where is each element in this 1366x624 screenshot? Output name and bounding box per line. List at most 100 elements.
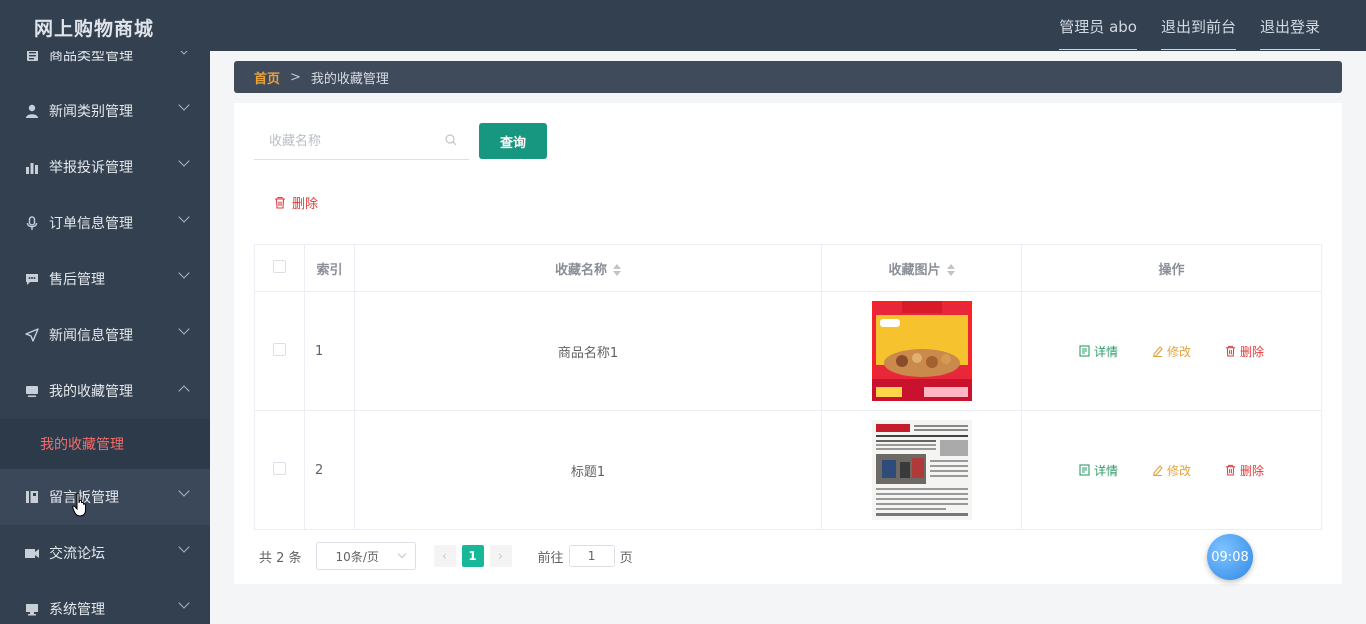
batch-delete-label: 删除 [292, 197, 319, 212]
row-index: 1 [304, 291, 355, 411]
sidebar-item-favorites[interactable]: 我的收藏管理 [0, 363, 210, 419]
sidebar-item-label: 新闻信息管理 [49, 328, 133, 344]
row-name: 标题1 [354, 410, 822, 530]
trash-icon [1225, 464, 1236, 476]
detail-label: 详情 [1093, 344, 1118, 359]
chevron-down-icon [178, 323, 190, 335]
delete-label: 删除 [1240, 344, 1265, 359]
detail-button[interactable]: 详情 [1079, 343, 1118, 360]
sidebar-item-system[interactable]: 系统管理 [0, 581, 210, 624]
bar-chart-icon [24, 159, 40, 175]
header-select-cell [254, 244, 305, 292]
sidebar-item-label: 交流论坛 [49, 546, 105, 562]
camera-icon [24, 545, 40, 561]
batch-delete-button[interactable]: 删除 [274, 193, 318, 212]
delete-button[interactable]: 删除 [1225, 343, 1264, 360]
delete-label: 删除 [1240, 463, 1265, 478]
exit-to-frontend-link[interactable]: 退出到前台 [1160, 16, 1236, 50]
chevron-down-icon [178, 211, 190, 223]
delete-button[interactable]: 删除 [1225, 462, 1264, 479]
sidebar-item-after-sales[interactable]: 售后管理 [0, 251, 210, 307]
sidebar-subitem-my-favorites[interactable]: 我的收藏管理 [0, 419, 210, 469]
header-image-cell[interactable]: 收藏图片 [821, 244, 1022, 292]
snack-gift-box-image[interactable] [871, 301, 972, 401]
main-panel: 查询 删除 索引 收藏名称 收藏图片 操作 1 商品名称1 [234, 103, 1342, 584]
sidebar-item-label: 举报投诉管理 [49, 160, 133, 176]
query-button[interactable]: 查询 [479, 123, 547, 159]
goto-page-input[interactable] [568, 545, 615, 567]
sidebar-item-news-info[interactable]: 新闻信息管理 [0, 307, 210, 363]
monitor-icon [24, 383, 40, 399]
next-page-button[interactable]: › [489, 545, 512, 567]
chevron-down-icon [178, 51, 190, 55]
detail-label: 详情 [1093, 463, 1118, 478]
sidebar-item-label: 订单信息管理 [49, 216, 133, 232]
sidebar-item-product-types[interactable]: 商品类型管理 [0, 51, 210, 83]
chevron-down-icon [178, 597, 190, 609]
pagination-total: 共 2 条 [259, 550, 302, 566]
sidebar-item-forum[interactable]: 交流论坛 [0, 525, 210, 581]
pencil-icon [1152, 346, 1163, 357]
chevron-down-icon [178, 155, 190, 167]
chevron-down-icon [178, 485, 190, 497]
sidebar-item-label: 我的收藏管理 [49, 384, 133, 400]
search-icon [445, 134, 457, 146]
search-input[interactable] [254, 123, 434, 159]
search-box [254, 123, 469, 160]
hand-cursor-icon [72, 492, 86, 517]
sidebar-item-orders[interactable]: 订单信息管理 [0, 195, 210, 251]
page-number-current[interactable]: 1 [461, 545, 484, 567]
chevron-down-icon [178, 267, 190, 279]
sidebar-item-label: 新闻类别管理 [49, 104, 133, 120]
chevron-down-icon [178, 99, 190, 111]
row-name: 商品名称1 [354, 291, 822, 411]
app-title: 网上购物商城 [34, 18, 155, 40]
sidebar-item-news-categories[interactable]: 新闻类别管理 [0, 83, 210, 139]
goto-label: 前往 [537, 550, 564, 566]
select-all-checkbox[interactable] [273, 259, 286, 273]
header-name: 收藏名称 [554, 262, 607, 278]
pagination: 共 2 条 10条/页 ‹ 1 › 前往 页 [259, 542, 633, 570]
sidebar-item-complaints[interactable]: 举报投诉管理 [0, 139, 210, 195]
chevron-down-icon [397, 549, 406, 559]
header-actions: 操作 [1021, 244, 1322, 292]
pencil-icon [1152, 465, 1163, 476]
newspaper-image[interactable] [871, 420, 972, 520]
table-header-row: 索引 收藏名称 收藏图片 操作 [254, 244, 1322, 292]
floating-clock[interactable]: 09:08 [1207, 534, 1253, 580]
page-jumper: 前往 页 [538, 545, 633, 567]
edit-button[interactable]: 修改 [1152, 462, 1191, 479]
sort-icon[interactable] [613, 264, 621, 276]
page-size-value: 10条/页 [335, 549, 379, 564]
sidebar-item-label: 系统管理 [49, 602, 105, 618]
sidebar-item-message-board[interactable]: 留言板管理 [0, 469, 210, 525]
microphone-icon [24, 215, 40, 231]
table-row: 1 商品名称1 详情 修改 删除 [254, 291, 1322, 411]
sidebar: 商品类型管理 新闻类别管理 举报投诉管理 订单信息管理 售后管理 新闻信息管理 … [0, 51, 210, 624]
page-size-select[interactable]: 10条/页 [315, 542, 416, 570]
trash-icon [275, 196, 285, 209]
notebook-icon [24, 489, 40, 505]
top-bar: 网上购物商城 管理员 abo 退出到前台 退出登录 [0, 0, 1366, 51]
header-name-cell[interactable]: 收藏名称 [354, 244, 822, 292]
edit-button[interactable]: 修改 [1152, 343, 1191, 360]
user-icon [24, 103, 40, 119]
row-image-cell [821, 291, 1022, 411]
row-index: 2 [304, 410, 355, 530]
table-row: 2 标题1 详情 修改 删除 [254, 410, 1322, 530]
goto-unit: 页 [619, 550, 633, 566]
row-checkbox[interactable] [273, 461, 286, 475]
row-actions: 详情 修改 删除 [1022, 462, 1321, 479]
edit-label: 修改 [1166, 344, 1191, 359]
header-index: 索引 [304, 244, 355, 292]
sort-icon[interactable] [946, 264, 955, 276]
admin-user-link[interactable]: 管理员 abo [1059, 16, 1137, 50]
detail-button[interactable]: 详情 [1079, 462, 1118, 479]
breadcrumb-home[interactable]: 首页 [254, 68, 280, 87]
chat-icon [24, 271, 40, 287]
logout-link[interactable]: 退出登录 [1259, 16, 1320, 50]
row-actions-cell: 详情 修改 删除 [1021, 291, 1322, 411]
prev-page-button[interactable]: ‹ [433, 545, 456, 567]
row-checkbox[interactable] [273, 342, 286, 356]
document-icon [24, 51, 40, 63]
